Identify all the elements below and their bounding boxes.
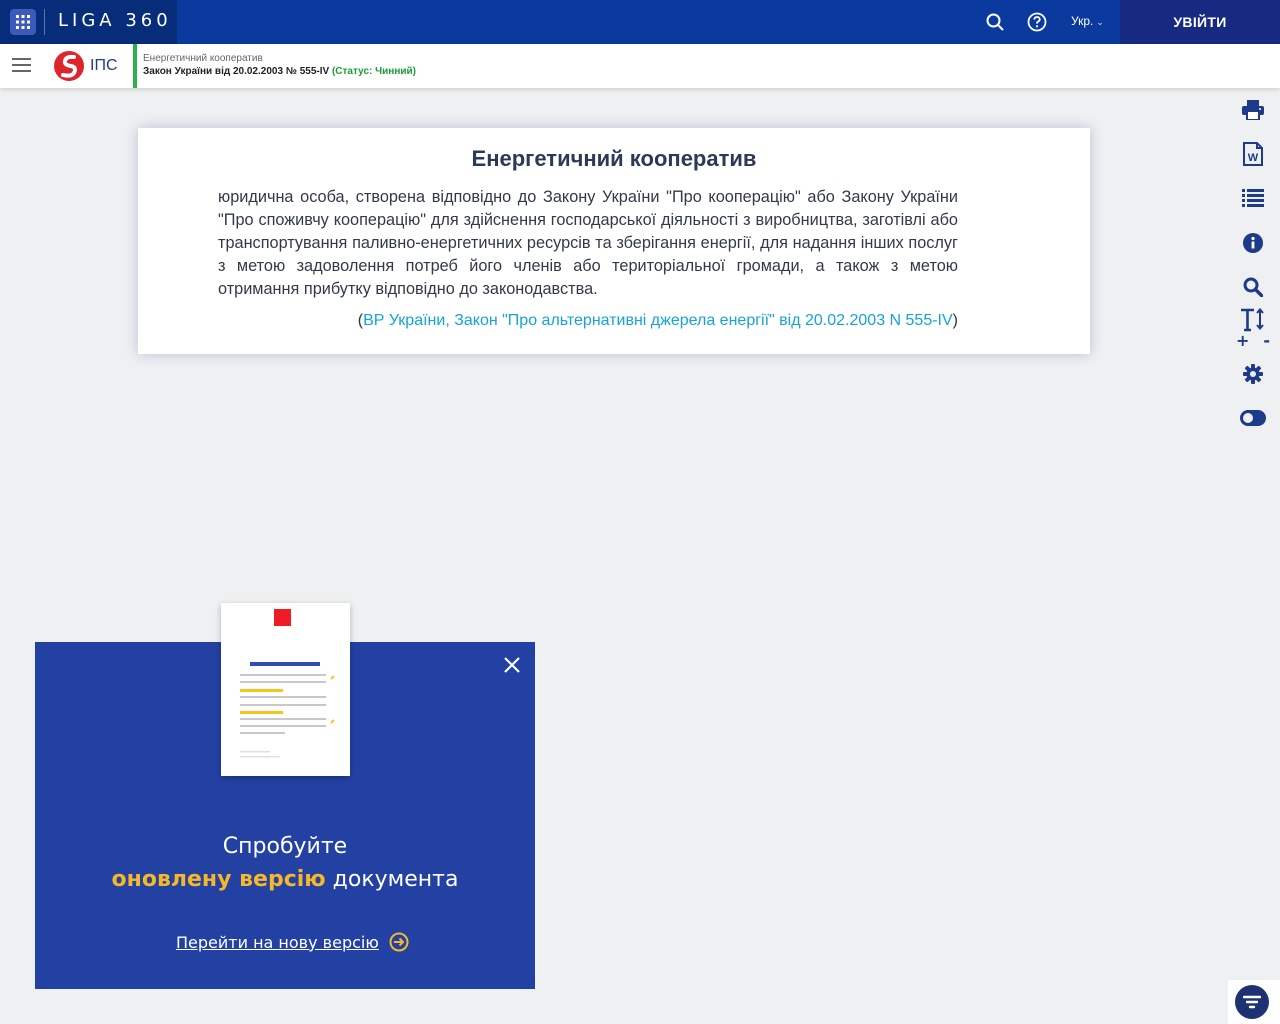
svg-text:W: W [1248, 152, 1259, 164]
document-illustration [221, 603, 350, 776]
document-header: ІПС Енергетичний кооператив Закон Україн… [0, 44, 1280, 88]
search-icon[interactable] [984, 11, 1006, 33]
apps-grid-icon[interactable] [10, 9, 36, 35]
language-selector[interactable]: Укр. ⌄ [1071, 14, 1104, 28]
font-size-icon[interactable]: + - [1236, 306, 1270, 350]
font-increase-button[interactable]: + [1236, 333, 1249, 349]
brand-logo[interactable]: LIGA 360 [58, 10, 172, 31]
promo-highlight: оновлену версію [111, 867, 326, 892]
filter-fab-area [1228, 980, 1280, 1024]
close-icon[interactable] [501, 654, 523, 676]
chevron-down-icon: ⌄ [1096, 17, 1104, 27]
font-decrease-button[interactable]: - [1263, 333, 1270, 349]
document-title-text: Закон України від 20.02.2003 № 555-IV [143, 66, 332, 77]
article-source: (ВР України, Закон "Про альтернативні дж… [358, 312, 958, 330]
arrow-right-circle-icon [389, 932, 409, 952]
menu-icon[interactable] [12, 58, 31, 74]
settings-icon[interactable] [1238, 359, 1268, 389]
language-label: Укр. [1071, 14, 1094, 28]
brand-area: LIGA 360 [0, 0, 177, 44]
brand-divider [44, 9, 45, 35]
document-status: (Статус: Чинний) [331, 66, 416, 77]
source-link[interactable]: ВР України, Закон "Про альтернативні дже… [363, 312, 953, 329]
article-card: Енергетичний кооператив юридична особа, … [138, 128, 1090, 354]
print-icon[interactable] [1238, 95, 1268, 125]
top-bar: LIGA 360 Укр. ⌄ УВІЙТИ [0, 0, 1280, 44]
search-icon[interactable] [1238, 272, 1268, 302]
article-title: Енергетичний кооператив [471, 146, 757, 171]
document-title: Закон України від 20.02.2003 № 555-IV (С… [143, 66, 416, 77]
promo-headline: Спробуйте [222, 834, 348, 859]
filter-icon[interactable] [1235, 985, 1269, 1019]
contents-list-icon[interactable] [1238, 183, 1268, 213]
ips-logo-icon[interactable] [53, 50, 85, 82]
toggle-icon[interactable] [1238, 403, 1268, 433]
promo-subline-rest: документа [325, 867, 459, 892]
login-button[interactable]: УВІЙТИ [1120, 0, 1280, 44]
new-version-link[interactable]: Перейти на нову версію [176, 932, 409, 952]
promo-subline: оновлену версію документа [35, 867, 535, 892]
word-export-icon[interactable]: W [1238, 139, 1268, 169]
source-paren-close: ) [952, 312, 958, 329]
help-icon[interactable] [1026, 11, 1048, 33]
article-body: юридична особа, створена відповідно до З… [218, 188, 958, 298]
status-indicator [133, 44, 137, 88]
new-version-link-text: Перейти на нову версію [176, 932, 379, 952]
info-icon[interactable] [1238, 228, 1268, 258]
product-name: ІПС [90, 57, 118, 74]
document-subtitle: Енергетичний кооператив [143, 53, 263, 64]
